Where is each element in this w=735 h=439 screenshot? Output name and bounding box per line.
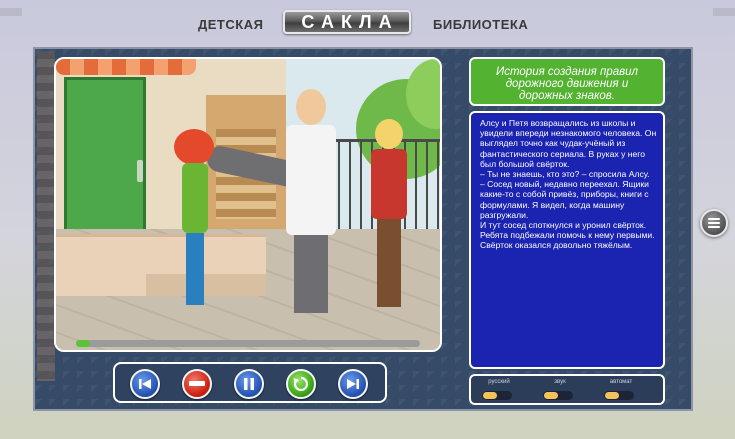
autoplay-label: автомат xyxy=(609,379,633,385)
corner-decoration xyxy=(0,8,22,16)
corner-decoration xyxy=(713,8,735,16)
settings-panel: русский звук автомат xyxy=(469,374,665,405)
language-option: русский xyxy=(474,379,524,403)
illustration-awning xyxy=(56,59,196,75)
toggle-knob xyxy=(483,392,497,399)
menu-icon xyxy=(708,218,720,220)
illustration-girl-alsu xyxy=(174,129,214,319)
menu-button[interactable] xyxy=(700,209,728,237)
next-button[interactable] xyxy=(338,369,368,399)
frame-background-decoration xyxy=(37,51,55,381)
toggle-knob xyxy=(544,392,558,399)
story-illustration xyxy=(54,57,442,352)
replay-button[interactable] xyxy=(286,369,316,399)
story-text: Алсу и Петя возвращались из школы и увид… xyxy=(469,111,665,369)
top-navigation: ДЕТСКАЯ САКЛА БИБЛИОТЕКА xyxy=(0,8,735,38)
next-icon xyxy=(347,379,359,389)
stop-button[interactable] xyxy=(182,369,212,399)
autoplay-option: автомат xyxy=(596,379,646,403)
previous-icon xyxy=(139,379,151,389)
toggle-knob xyxy=(605,392,619,399)
illustration-scientist xyxy=(286,89,336,329)
playback-progress-bar[interactable] xyxy=(76,340,420,347)
replay-icon xyxy=(293,376,309,392)
autoplay-toggle[interactable] xyxy=(604,391,634,400)
playback-progress-fill xyxy=(76,340,90,347)
player-controls xyxy=(113,362,387,403)
nav-link-kids-room[interactable]: ДЕТСКАЯ xyxy=(198,17,263,32)
story-title: История создания правил дорожного движен… xyxy=(469,57,665,106)
illustration-door xyxy=(64,77,146,237)
pause-button[interactable] xyxy=(234,369,264,399)
language-toggle[interactable] xyxy=(482,391,512,400)
site-logo[interactable]: САКЛА xyxy=(283,10,411,34)
sound-label: звук xyxy=(554,379,566,385)
sound-option: звук xyxy=(535,379,585,403)
previous-button[interactable] xyxy=(130,369,160,399)
illustration-boy-petya xyxy=(371,119,407,319)
language-label: русский xyxy=(488,379,510,385)
stop-icon xyxy=(189,381,205,386)
pause-icon xyxy=(244,378,254,390)
sound-toggle[interactable] xyxy=(543,391,573,400)
nav-link-library[interactable]: БИБЛИОТЕКА xyxy=(433,17,528,32)
